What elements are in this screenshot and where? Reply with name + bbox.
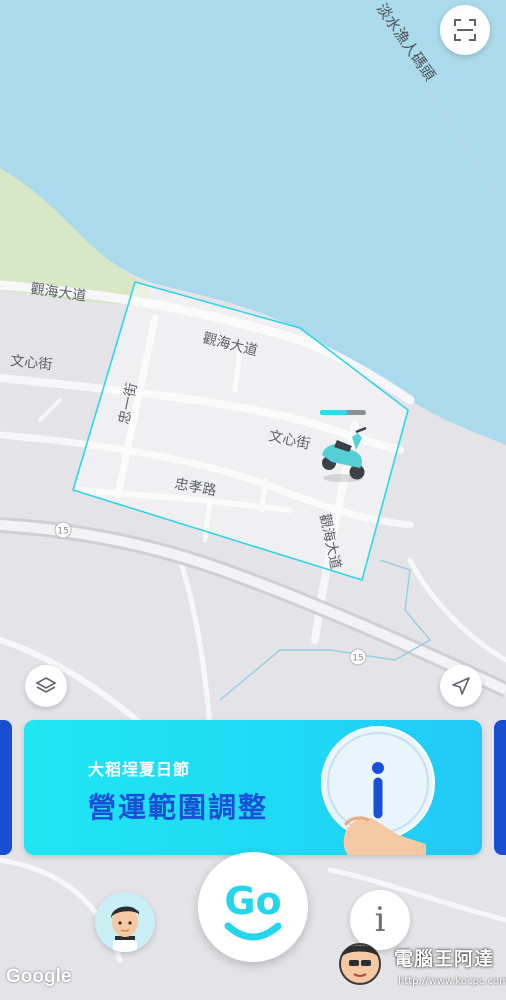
- my-location-button[interactable]: [440, 665, 482, 707]
- battery-bar-fill: [320, 410, 348, 415]
- banner-subtitle: 大稻埕夏日節: [88, 760, 191, 779]
- layers-icon: [35, 677, 57, 693]
- navigation-arrow-icon: [452, 677, 470, 695]
- profile-avatar-button[interactable]: [95, 892, 155, 952]
- announcement-banner[interactable]: 大稻埕夏日節 營運範圍調整: [24, 720, 482, 855]
- info-hand-illustration: [321, 726, 435, 855]
- scan-qr-button[interactable]: [440, 5, 490, 55]
- google-attribution: Google: [6, 966, 72, 987]
- watermark-name: 電腦王阿達: [394, 948, 495, 970]
- route-15-shield-a: 15: [54, 521, 72, 539]
- avatar-icon: [111, 906, 139, 952]
- svg-text:15: 15: [352, 654, 363, 664]
- svg-text:15: 15: [57, 527, 68, 537]
- watermark-url: http://www.kocpc.com.tw: [398, 976, 506, 987]
- svg-text:Go: Go: [224, 879, 281, 923]
- scan-frame-icon: [454, 19, 476, 41]
- info-icon: i: [374, 900, 386, 940]
- banner-title: 營運範圍調整: [88, 791, 269, 824]
- map-layers-button[interactable]: [25, 665, 67, 707]
- carousel-next-card[interactable]: [494, 720, 506, 855]
- go-button[interactable]: Go: [198, 852, 308, 962]
- carousel-prev-card[interactable]: [0, 720, 12, 855]
- go-logo: Go: [224, 879, 282, 941]
- route-15-shield-b: 15: [349, 648, 367, 666]
